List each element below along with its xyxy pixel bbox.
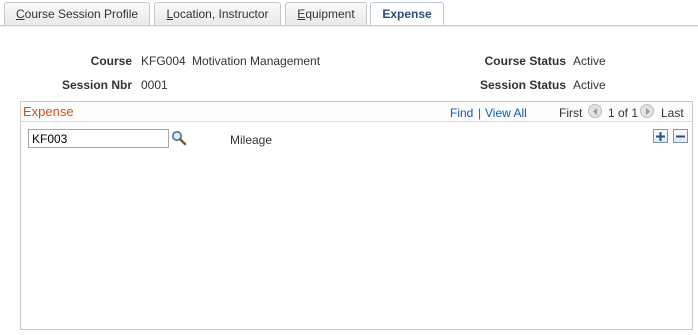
course-label: Course [90,54,132,68]
nav-separator: | [478,106,482,120]
session-nbr-label: Session Nbr [61,78,132,92]
course-code: KFG004 [141,54,186,68]
page-info: 1 of 1 [608,106,639,120]
view-all-link[interactable]: View All [485,106,527,120]
delete-row-button[interactable] [673,129,688,143]
tab-location-instructor[interactable]: Location, Instructor [154,2,281,26]
find-link[interactable]: Find [450,106,473,120]
session-status-label: Session Status [479,78,566,92]
magnifier-icon[interactable] [171,130,187,146]
tab-label: quipment [305,7,355,21]
grid-header: Expense Find | View All First 1 of 1 Las… [21,102,692,122]
tab-divider-shadow [0,26,698,27]
tab-expense[interactable]: Expense [370,2,444,27]
course-status-label: Course Status [484,54,566,68]
expense-code-input[interactable] [28,129,169,148]
plus-icon [656,132,665,141]
course-status-value: Active [573,54,606,68]
session-status-value: Active [573,78,606,92]
first-label: First [559,106,583,120]
tab-accesskey: C [15,7,25,21]
minus-icon [676,135,685,138]
tab-label: Expense [382,7,432,21]
right-arrow-icon[interactable] [640,104,654,118]
tab-course-session-profile[interactable]: Course Session Profile [4,2,150,26]
course-name: Motivation Management [192,54,321,68]
left-arrow-icon[interactable] [588,104,602,118]
add-row-button[interactable] [653,129,668,143]
tab-equipment[interactable]: Equipment [285,2,367,26]
tab-label: ocation, Instructor [173,7,269,21]
session-nbr-value: 0001 [141,78,168,92]
expense-description: Mileage [230,133,273,147]
grid-title: Expense [23,104,74,119]
expense-grid: Expense Find | View All First 1 of 1 Las… [20,101,693,330]
tab-label: ourse Session Profile [24,7,139,21]
last-label: Last [661,106,684,120]
